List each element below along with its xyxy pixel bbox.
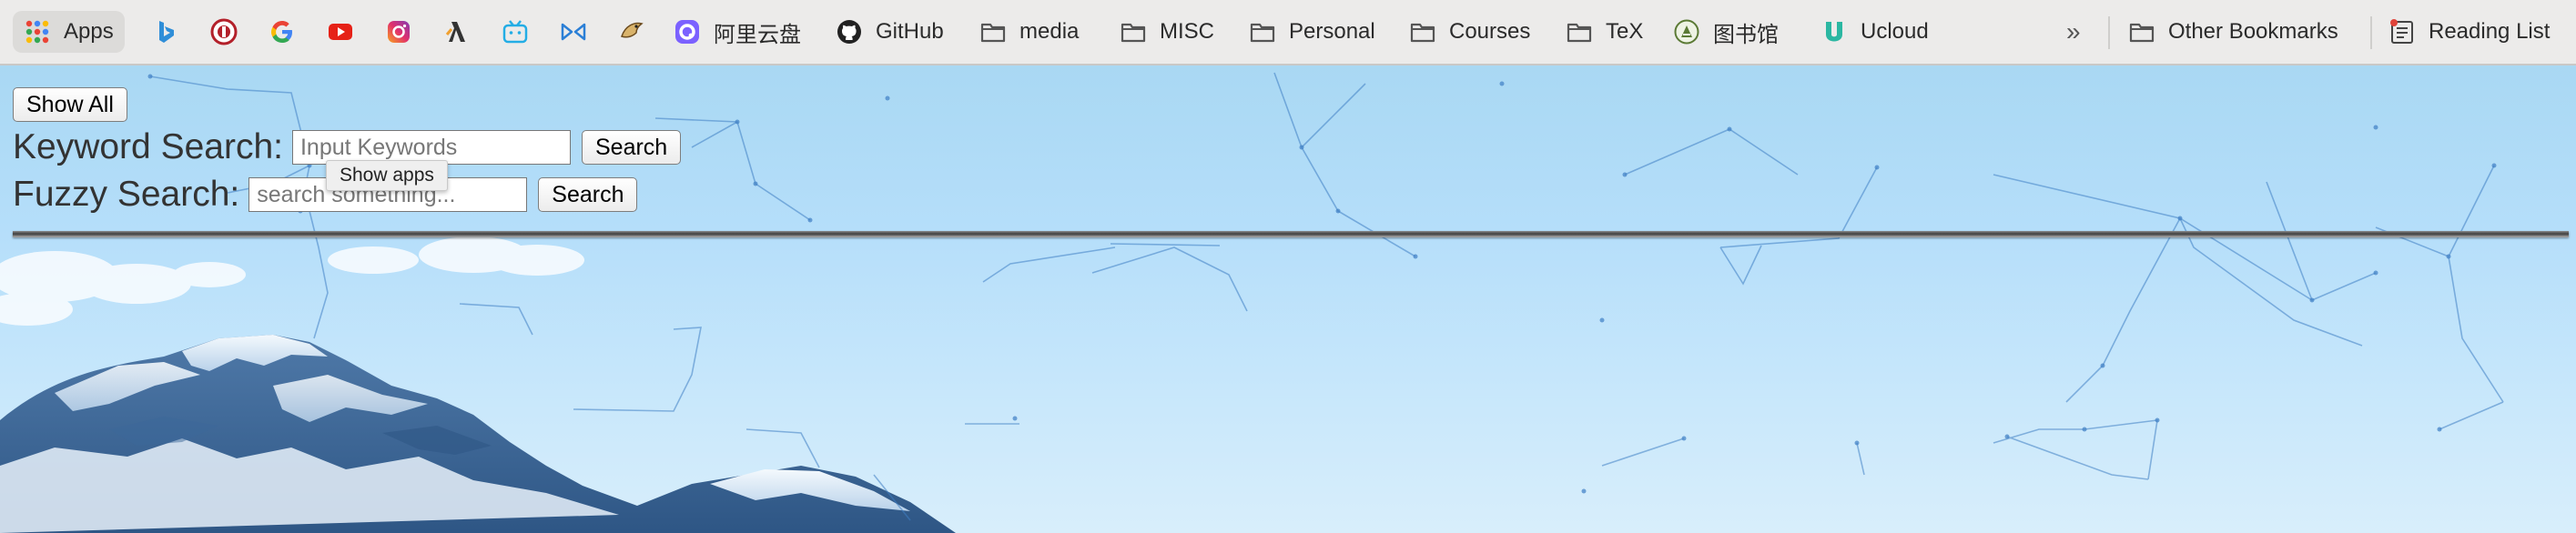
bookmark-bilibili[interactable]	[495, 11, 535, 53]
show-all-button[interactable]: Show All	[13, 87, 127, 122]
other-bookmarks-label: Other Bookmarks	[2168, 19, 2338, 44]
bookmark-label: Personal	[1289, 19, 1375, 44]
ucloud-icon	[1820, 18, 1848, 45]
aliyundrive-icon	[674, 18, 701, 45]
eagle-icon	[618, 18, 645, 45]
bookmark-label: Ucloud	[1861, 19, 1929, 44]
university-seal-icon	[210, 18, 238, 45]
bookmark-label: 阿里云盘	[714, 22, 801, 47]
new-tab-page: Show All Keyword Search: Search Fuzzy Se…	[0, 65, 2576, 533]
bookmark-folder-courses[interactable]: Courses	[1398, 11, 1541, 53]
bookmarks-overflow-chevron[interactable]: »	[2066, 11, 2081, 53]
bookmark-folder-tex[interactable]: TeX	[1555, 11, 1654, 53]
horizontal-divider	[13, 231, 2569, 237]
library-icon	[1673, 18, 1700, 45]
reading-list-label: Reading List	[2429, 19, 2551, 44]
bookmark-bing[interactable]	[146, 11, 186, 53]
bookmark-label: GitHub	[876, 19, 944, 44]
bookmark-label: Courses	[1449, 19, 1531, 44]
bookmarks-divider	[2370, 16, 2372, 49]
folder-icon	[1566, 18, 1593, 45]
other-bookmarks[interactable]: Other Bookmarks	[2117, 11, 2349, 53]
folder-icon	[2128, 18, 2155, 45]
reading-list[interactable]: Reading List	[2378, 11, 2561, 53]
apps-label: Apps	[64, 19, 114, 44]
google-icon	[269, 18, 296, 45]
youtube-icon	[327, 18, 354, 45]
bookmark-label: TeX	[1606, 19, 1644, 44]
bookmark-library[interactable]: 图书馆	[1662, 11, 1790, 53]
lambda-icon	[443, 18, 471, 45]
bookmarks-bar: Apps 阿里云盘 GitHub media MISC Personal Cou…	[0, 0, 2576, 65]
bookmark-aliyundrive[interactable]: 阿里云盘	[663, 11, 812, 53]
bookmark-label: MISC	[1160, 19, 1214, 44]
bookmarks-divider	[2108, 16, 2110, 49]
bookmark-label: 图书馆	[1713, 22, 1779, 47]
keyword-search-label: Keyword Search:	[13, 127, 283, 166]
bookmark-ucloud[interactable]: Ucloud	[1810, 11, 1940, 53]
instagram-icon	[385, 18, 412, 45]
github-icon	[836, 18, 863, 45]
fuzzy-search-label: Fuzzy Search:	[13, 175, 240, 214]
keyword-search-button[interactable]: Search	[581, 130, 682, 165]
apps-grid-icon	[24, 18, 51, 45]
folder-icon	[1120, 18, 1147, 45]
folder-icon	[979, 18, 1007, 45]
mountain-shapes	[0, 335, 956, 533]
fuzzy-search-button[interactable]: Search	[538, 177, 638, 212]
bookmark-seal[interactable]	[204, 11, 244, 53]
bookmark-folder-media[interactable]: media	[969, 11, 1090, 53]
bookmark-label: media	[1019, 19, 1080, 44]
bowtie-icon	[560, 18, 587, 45]
bookmark-instagram[interactable]	[379, 11, 419, 53]
show-apps-tooltip: Show apps	[326, 160, 448, 191]
apps-shortcut[interactable]: Apps	[13, 11, 125, 53]
bing-icon	[152, 18, 179, 45]
bookmark-github[interactable]: GitHub	[825, 11, 955, 53]
bookmark-vscode[interactable]	[553, 11, 593, 53]
bookmark-google[interactable]	[262, 11, 302, 53]
bookmark-youtube[interactable]	[320, 11, 360, 53]
folder-icon	[1249, 18, 1276, 45]
cloud-shapes	[0, 236, 584, 326]
bookmark-eagle[interactable]	[612, 11, 652, 53]
bookmark-folder-personal[interactable]: Personal	[1238, 11, 1386, 53]
bookmark-juejin[interactable]	[437, 11, 477, 53]
bookmark-folder-misc[interactable]: MISC	[1109, 11, 1225, 53]
folder-icon	[1409, 18, 1436, 45]
reading-list-icon	[2388, 18, 2416, 45]
bilibili-icon	[502, 18, 529, 45]
